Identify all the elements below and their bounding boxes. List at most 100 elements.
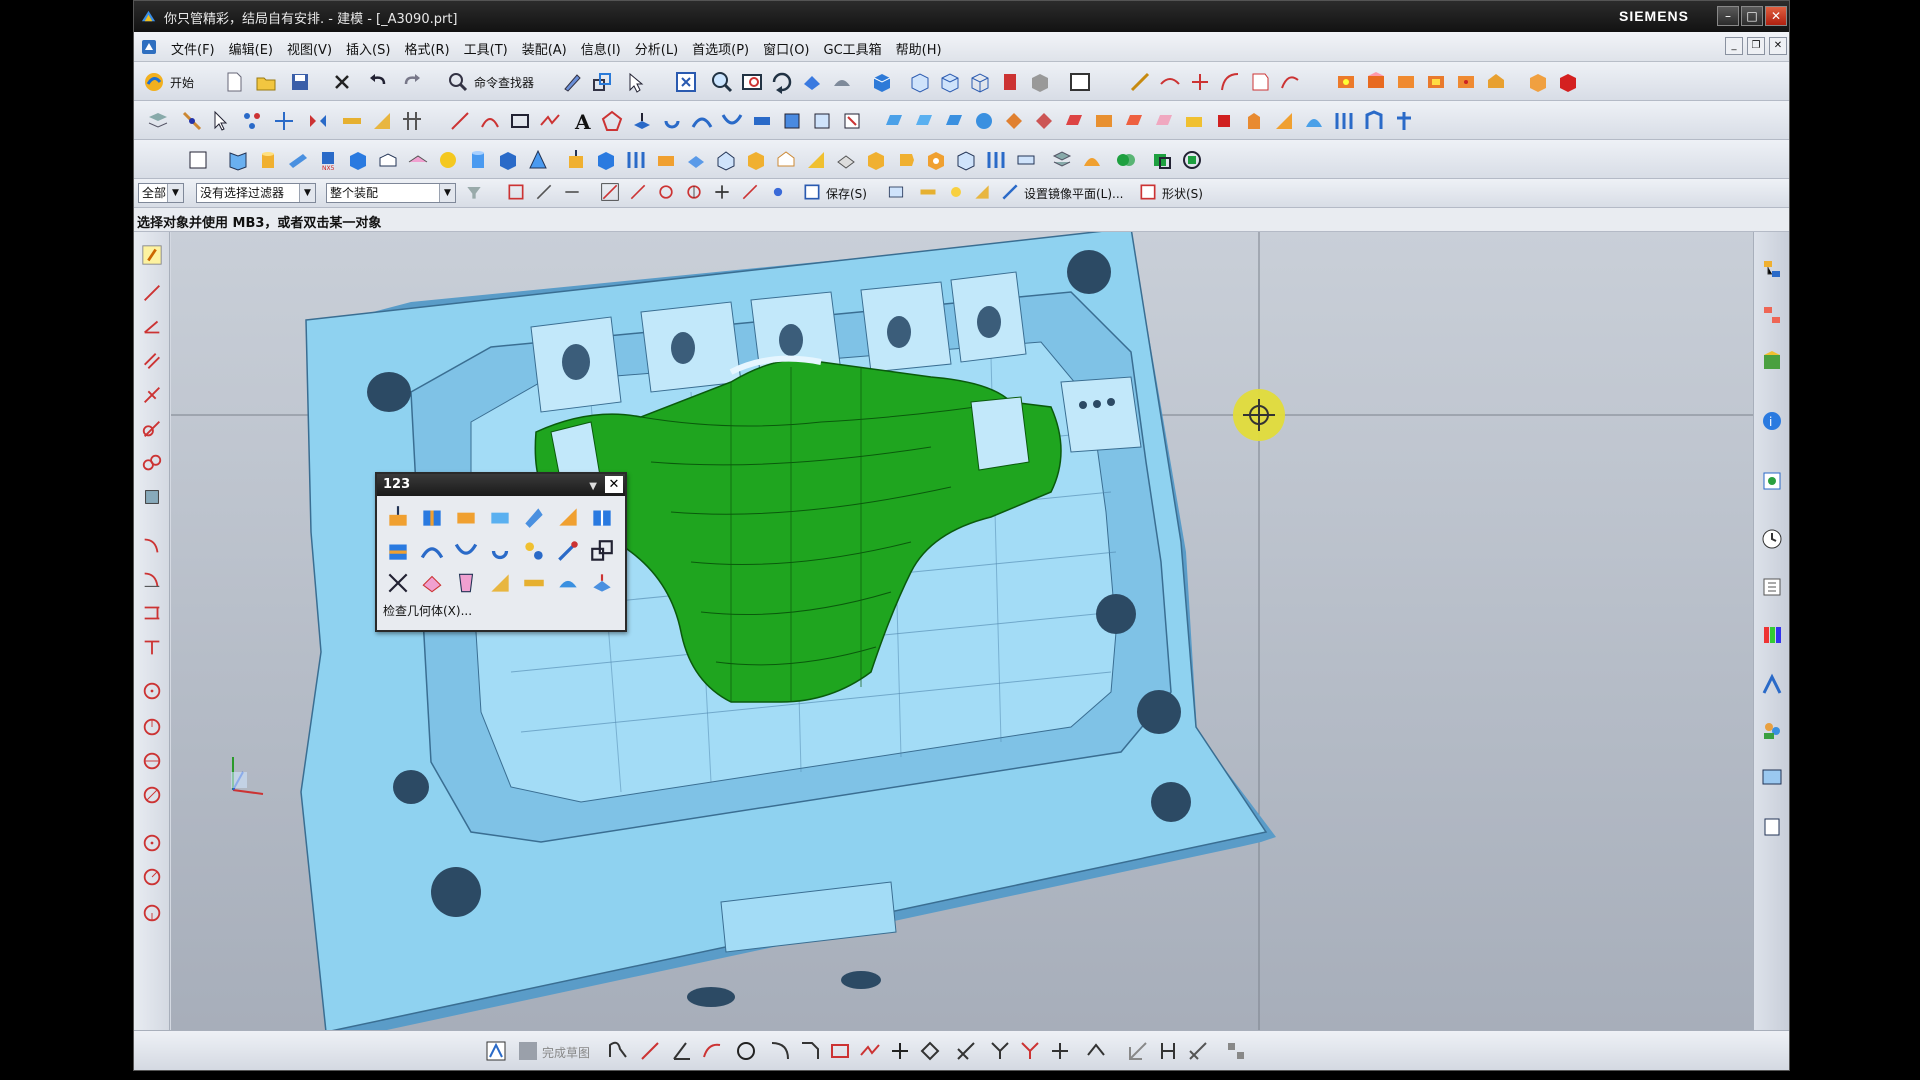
- replace-face-icon[interactable]: [810, 109, 834, 133]
- blend-icon[interactable]: [864, 148, 888, 172]
- snap-control-icon[interactable]: [768, 182, 788, 202]
- sweep2-icon[interactable]: [720, 109, 744, 133]
- delete-face-icon[interactable]: [840, 109, 864, 133]
- shape-icon[interactable]: [1138, 182, 1158, 202]
- synch-model-3-icon[interactable]: [942, 109, 966, 133]
- cylinder-icon[interactable]: [466, 148, 490, 172]
- emboss-icon[interactable]: [774, 148, 798, 172]
- snap-icon[interactable]: [180, 109, 204, 133]
- sweep-icon[interactable]: [690, 109, 714, 133]
- revolve-icon[interactable]: [660, 109, 684, 133]
- mirror-plane-label[interactable]: 设置镜像平面(L)...: [1024, 185, 1124, 202]
- sketch-circle-1-icon[interactable]: [141, 680, 163, 702]
- palette-close-button[interactable]: ✕: [605, 476, 623, 493]
- new-file-icon[interactable]: [222, 70, 246, 94]
- bottom-more-icon[interactable]: [1224, 1039, 1248, 1063]
- palette-sweep-icon[interactable]: [419, 538, 445, 564]
- bottom-arc-icon[interactable]: [700, 1039, 724, 1063]
- constraint-navigator-icon[interactable]: [1760, 302, 1784, 328]
- start-icon[interactable]: [142, 70, 166, 94]
- part-navigator-icon[interactable]: [1760, 348, 1784, 374]
- snap-quadrant-icon[interactable]: [684, 182, 704, 202]
- synch-model-12-icon[interactable]: [1212, 109, 1236, 133]
- subtract-icon[interactable]: [1150, 148, 1174, 172]
- bottom-offset-icon[interactable]: [918, 1039, 942, 1063]
- select-point-icon[interactable]: [624, 70, 648, 94]
- undo-icon[interactable]: [366, 70, 390, 94]
- menu-file[interactable]: 文件(F): [164, 39, 222, 58]
- mold-tool-7-icon[interactable]: [1526, 70, 1550, 94]
- palette-revolve-icon[interactable]: [487, 538, 513, 564]
- groove-icon[interactable]: [714, 148, 738, 172]
- doc-restore-button[interactable]: ❐: [1747, 37, 1765, 55]
- synch-model-16-icon[interactable]: [1332, 109, 1356, 133]
- selection-filter-dropdown[interactable]: 没有选择过滤器 ▼: [196, 183, 316, 203]
- palette-colors-icon[interactable]: [1760, 622, 1784, 648]
- mold-tool-5-icon[interactable]: [1454, 70, 1478, 94]
- snap-midpoint-icon[interactable]: [628, 182, 648, 202]
- sketch-pencil-icon[interactable]: [141, 244, 163, 266]
- pocket-icon[interactable]: [624, 148, 648, 172]
- menu-insert[interactable]: 插入(S): [339, 39, 397, 58]
- mold-tool-8-icon[interactable]: [1556, 70, 1580, 94]
- menu-view[interactable]: 视图(V): [280, 39, 339, 58]
- mirror-icon[interactable]: [306, 109, 330, 133]
- filter-reset-icon[interactable]: [464, 182, 484, 202]
- palette-hole-icon[interactable]: [453, 570, 479, 596]
- zoom-icon[interactable]: [710, 70, 734, 94]
- sketch-circle-2-icon[interactable]: [141, 716, 163, 738]
- menu-window[interactable]: 窗口(O): [756, 39, 816, 58]
- chamfer-icon[interactable]: [894, 148, 918, 172]
- history-images-icon[interactable]: [1760, 764, 1784, 790]
- synch-model-1-icon[interactable]: [882, 109, 906, 133]
- bottom-dimension-icon[interactable]: [1126, 1039, 1150, 1063]
- sketch-line-icon[interactable]: [141, 282, 163, 304]
- sketch-circle-7-icon[interactable]: [141, 902, 163, 924]
- rotate-point-marker[interactable]: [1233, 389, 1285, 441]
- bottom-extend-icon[interactable]: [1018, 1039, 1042, 1063]
- sketch-tangent-icon[interactable]: [141, 418, 163, 440]
- view-top-icon[interactable]: [938, 70, 962, 94]
- palette-split-icon[interactable]: [589, 504, 615, 530]
- save-view-icon[interactable]: [802, 182, 822, 202]
- dart-icon[interactable]: [744, 148, 768, 172]
- doc-close-button[interactable]: ✕: [1769, 37, 1787, 55]
- bottom-circle-icon[interactable]: [734, 1039, 758, 1063]
- ruler-icon[interactable]: [340, 109, 364, 133]
- draft-small-icon[interactable]: [972, 182, 992, 202]
- zoom-window-icon[interactable]: [740, 70, 764, 94]
- bottom-trim-icon[interactable]: [988, 1039, 1012, 1063]
- sketch-arc-icon[interactable]: [141, 534, 163, 556]
- prism-icon[interactable]: [496, 148, 520, 172]
- palette-measure-icon[interactable]: [521, 570, 547, 596]
- palette-dropdown-icon[interactable]: ▼: [589, 476, 597, 498]
- sew-icon[interactable]: [1050, 148, 1074, 172]
- measure-distance-icon[interactable]: [1128, 70, 1152, 94]
- palette-face-icon[interactable]: [419, 570, 445, 596]
- thread-icon[interactable]: [954, 148, 978, 172]
- arc-icon[interactable]: [478, 109, 502, 133]
- check-geometry-label[interactable]: 检查几何体(X)...: [383, 602, 472, 619]
- type-filter-dropdown[interactable]: 全部 ▼: [138, 183, 184, 203]
- move-component-icon[interactable]: [272, 109, 296, 133]
- selection-scope-dropdown[interactable]: 整个装配 ▼: [326, 183, 456, 203]
- view-display-icon[interactable]: [886, 182, 906, 202]
- menu-edit[interactable]: 编辑(E): [222, 39, 280, 58]
- finish-sketch-label[interactable]: 完成草图: [542, 1044, 590, 1061]
- thicken-icon[interactable]: [750, 109, 774, 133]
- display-mode-icon[interactable]: [1028, 70, 1052, 94]
- mirror-plane-icon[interactable]: [1000, 182, 1020, 202]
- tube-icon[interactable]: [286, 148, 310, 172]
- background-icon[interactable]: [1068, 70, 1092, 94]
- sketch-extend-icon[interactable]: [141, 636, 163, 658]
- extrude-feature-icon[interactable]: [564, 148, 588, 172]
- clock-icon[interactable]: [1760, 526, 1784, 552]
- finish-sketch-flag-icon[interactable]: [484, 1039, 508, 1063]
- assembly-navigator-icon[interactable]: [1760, 256, 1784, 282]
- finish-sketch-icon[interactable]: [516, 1039, 540, 1063]
- synch-model-14-icon[interactable]: [1272, 109, 1296, 133]
- synch-model-5-icon[interactable]: [1002, 109, 1026, 133]
- offset-curve-icon[interactable]: [1158, 70, 1182, 94]
- start-label[interactable]: 开始: [170, 74, 194, 91]
- profile-icon[interactable]: [606, 1039, 630, 1063]
